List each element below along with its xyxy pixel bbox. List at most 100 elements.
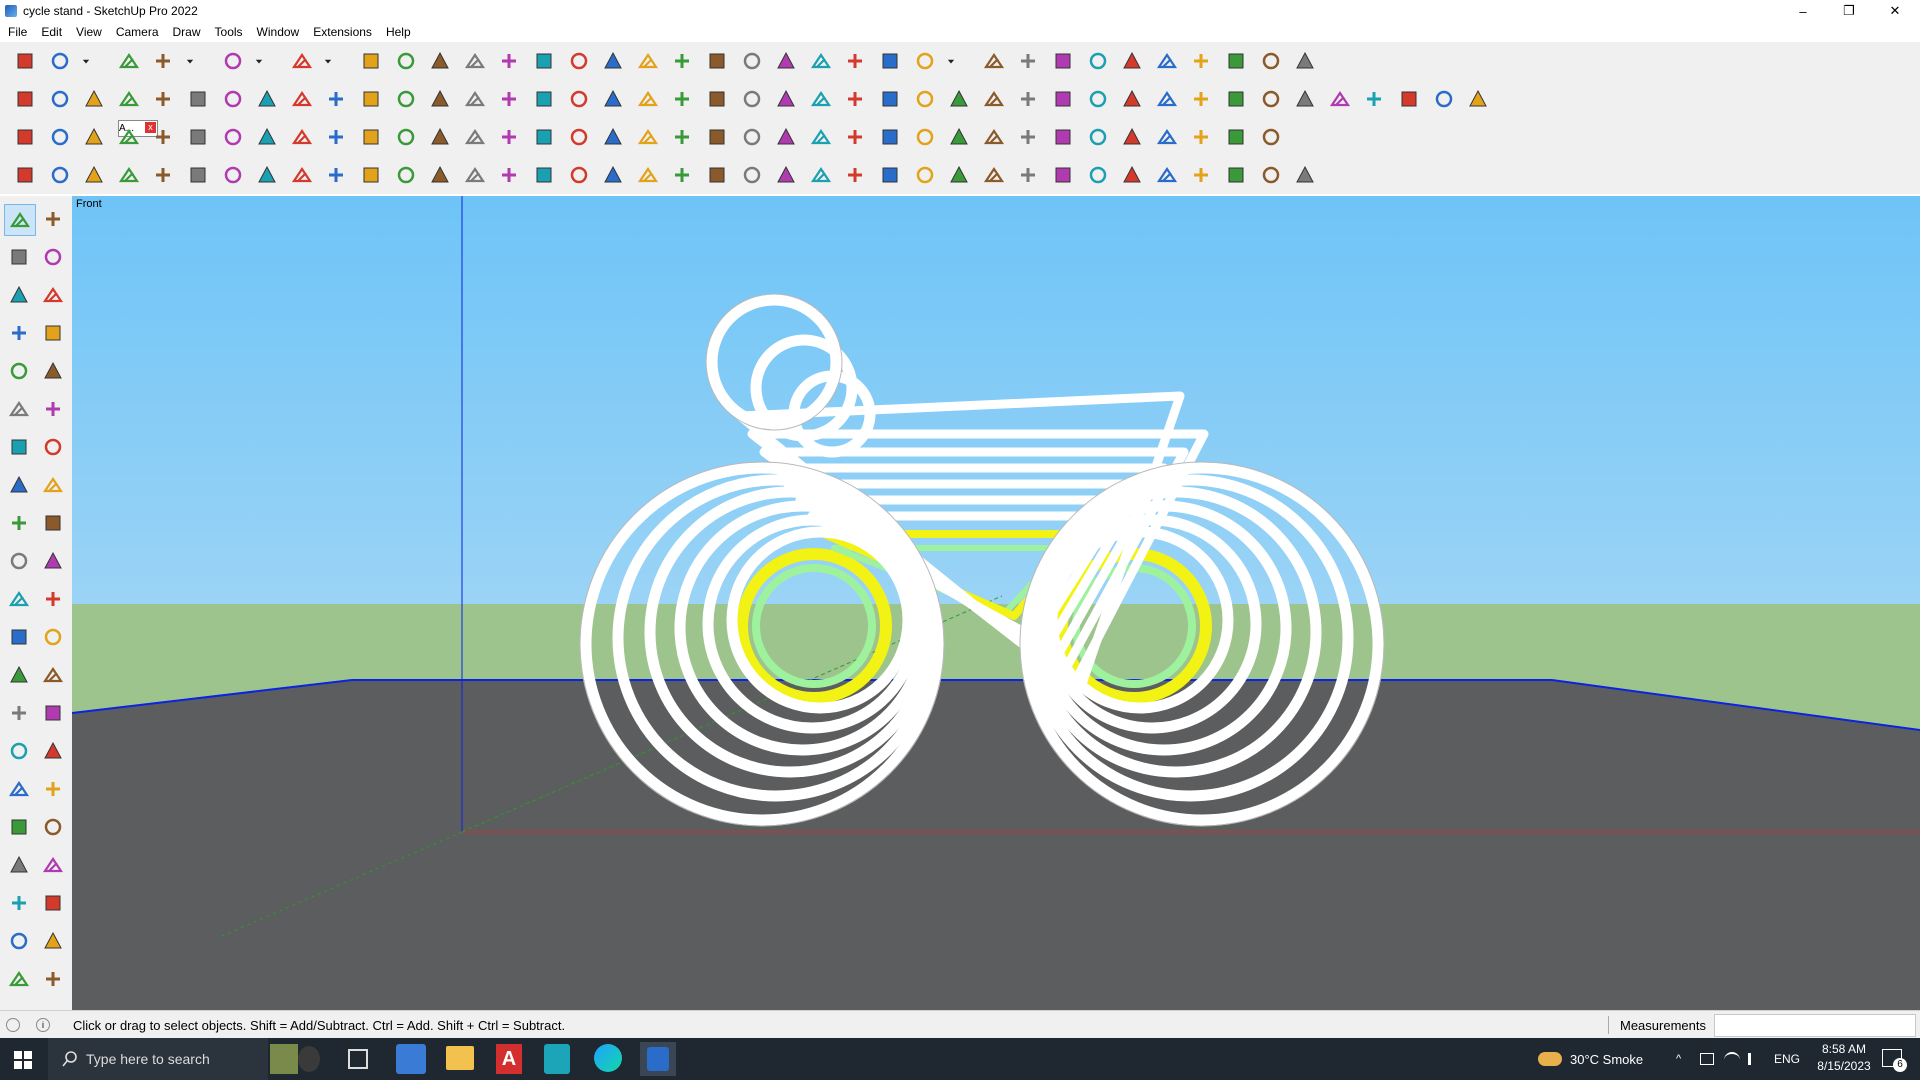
chair-tool-button[interactable]: [944, 160, 974, 190]
extrude-2-tool-button[interactable]: [183, 84, 213, 114]
lock-tool-button[interactable]: [944, 122, 974, 152]
cube-red-tool-button[interactable]: [114, 122, 144, 152]
square-red-tool-button[interactable]: [218, 122, 248, 152]
tape-measure-tool-button[interactable]: [529, 46, 559, 76]
info-icon[interactable]: i: [36, 1018, 50, 1032]
plus-red-tool-button[interactable]: [460, 122, 490, 152]
extrude-1-tool-button[interactable]: [148, 84, 178, 114]
house-outline-tool-button[interactable]: [1290, 160, 1320, 190]
blade-tool-button[interactable]: [737, 160, 767, 190]
globe-tool-button[interactable]: [1152, 160, 1182, 190]
walk-side-button[interactable]: [4, 888, 34, 918]
position-camera-side-button[interactable]: [4, 850, 34, 880]
rotate-side-button[interactable]: [4, 546, 34, 576]
wall-1-tool-button[interactable]: [425, 84, 455, 114]
arrow-red-tool-button[interactable]: [148, 122, 178, 152]
meet-now-icon[interactable]: [1700, 1053, 1714, 1065]
arc-3-side-button[interactable]: [38, 470, 68, 500]
box-3d-tool-button[interactable]: [460, 160, 490, 190]
weather-widget[interactable]: 30°C Smoke: [1538, 1038, 1643, 1080]
zoom-extents-tool-button[interactable]: [737, 46, 767, 76]
selection-tool-button[interactable]: [114, 160, 144, 190]
pie-side-button[interactable]: [38, 432, 68, 462]
house-tool-button[interactable]: [633, 84, 663, 114]
sketchup-app-icon[interactable]: [5, 5, 17, 17]
select-flat-tool-button[interactable]: [148, 160, 178, 190]
paint-bucket-tool-button[interactable]: [598, 46, 628, 76]
geo-location-icon[interactable]: [6, 1018, 20, 1032]
notification-icon[interactable]: 6: [1882, 1049, 1907, 1072]
rectangle-side-button[interactable]: [4, 356, 34, 386]
roof-1-tool-button[interactable]: [598, 84, 628, 114]
3d-app-icon[interactable]: [544, 1044, 570, 1074]
measurements-input[interactable]: [1714, 1014, 1916, 1037]
eraser-tool-button[interactable]: [114, 46, 144, 76]
eraser-2-tool-button[interactable]: [1221, 84, 1251, 114]
select-side-button[interactable]: [4, 204, 36, 236]
flip-2-tool-button[interactable]: [875, 122, 905, 152]
bezier-tool-button[interactable]: [1117, 84, 1147, 114]
text-side-button[interactable]: [38, 660, 68, 690]
pan-side-button[interactable]: [38, 736, 68, 766]
hook-tool-button[interactable]: [633, 122, 663, 152]
task-view-icon[interactable]: [348, 1049, 368, 1069]
offset-side-button[interactable]: [38, 584, 68, 614]
circle-side-button[interactable]: [4, 394, 34, 424]
3d-text-side-button[interactable]: [38, 698, 68, 728]
pattern-6-tool-button[interactable]: [1256, 160, 1286, 190]
roof-2-tool-button[interactable]: [667, 84, 697, 114]
menu-tools[interactable]: Tools: [208, 25, 250, 39]
tags-side-button[interactable]: [38, 926, 68, 956]
eraser-side-button[interactable]: [38, 242, 68, 272]
axes-tool-button[interactable]: [1048, 46, 1078, 76]
rectangle-tool-button[interactable]: [287, 46, 317, 76]
clock[interactable]: 8:58 AM 8/15/2023: [1808, 1041, 1880, 1077]
cursor-blue-tool-button[interactable]: [737, 122, 767, 152]
drawing-viewport[interactable]: Front: [72, 196, 1920, 1010]
bucket-tool-button[interactable]: [771, 122, 801, 152]
dropdown-tool-button[interactable]: [321, 46, 335, 76]
xray-tool-button[interactable]: [10, 84, 40, 114]
orbit-tool-button[interactable]: [633, 46, 663, 76]
model-info-side-button[interactable]: [4, 926, 34, 956]
menu-file[interactable]: File: [0, 25, 34, 39]
parallelogram-tool-button[interactable]: [979, 84, 1009, 114]
flip-tool-button[interactable]: [1083, 46, 1113, 76]
outliner-side-button[interactable]: [38, 964, 68, 994]
tray-chevron-icon[interactable]: ^: [1676, 1038, 1681, 1080]
rotate-tool-button[interactable]: [460, 46, 490, 76]
plane-blue-tool-button[interactable]: [10, 122, 40, 152]
arc-tool-button[interactable]: [218, 46, 248, 76]
follow-me-tool-button[interactable]: [391, 46, 421, 76]
frame-tool-button[interactable]: [287, 122, 317, 152]
curve-red-tool-button[interactable]: [425, 122, 455, 152]
select-tool-button[interactable]: [45, 46, 75, 76]
component-tool-button[interactable]: [564, 84, 594, 114]
edge-browser-icon[interactable]: [594, 1044, 622, 1072]
dropdown-tool-button[interactable]: [944, 46, 958, 76]
freehand-tool-button[interactable]: [10, 160, 40, 190]
dropdown-tool-button[interactable]: [252, 46, 266, 76]
blade-3-tool-button[interactable]: [806, 160, 836, 190]
globe-2-tool-button[interactable]: [1186, 160, 1216, 190]
zoom-tool-button[interactable]: [10, 46, 40, 76]
dropdown-tool-button[interactable]: [183, 46, 197, 76]
solid-tool-button[interactable]: [1186, 46, 1216, 76]
pattern-2-tool-button[interactable]: [1048, 160, 1078, 190]
loop-tool-button[interactable]: [1152, 84, 1182, 114]
close-button[interactable]: ✕: [1872, 0, 1918, 22]
extrude-3-tool-button[interactable]: [218, 84, 248, 114]
model-info-tool-button[interactable]: [771, 46, 801, 76]
spin-tool-button[interactable]: [183, 122, 213, 152]
zoom-side-button[interactable]: [4, 774, 34, 804]
shape-tool-button[interactable]: [771, 84, 801, 114]
follow-me-side-button[interactable]: [38, 546, 68, 576]
calculator-app-icon[interactable]: [396, 1044, 426, 1074]
columns-tool-button[interactable]: [529, 160, 559, 190]
magnet-tool-button[interactable]: [806, 122, 836, 152]
push-pull-tool-button[interactable]: [356, 46, 386, 76]
paint-red-tool-button[interactable]: [79, 160, 109, 190]
sphere-tool-button[interactable]: [252, 160, 282, 190]
curve-tool-tool-button[interactable]: [287, 160, 317, 190]
grid-orange-tool-button[interactable]: [1117, 122, 1147, 152]
